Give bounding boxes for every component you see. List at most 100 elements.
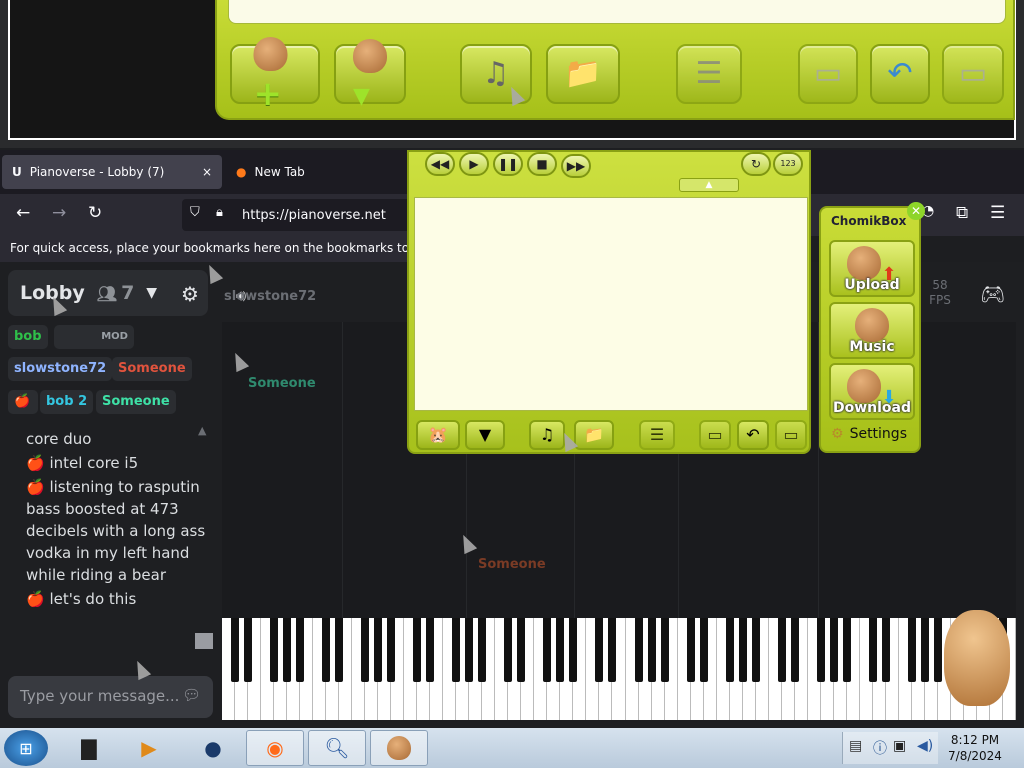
taskbar-app-terminal[interactable]: ▇: [60, 730, 118, 766]
black-key[interactable]: [426, 618, 435, 682]
clear-list-button[interactable]: ☰: [676, 44, 742, 104]
black-key[interactable]: [790, 618, 799, 682]
close-panel-icon[interactable]: ✕: [907, 202, 925, 220]
tray-info-icon[interactable]: ⓘ: [873, 738, 887, 758]
black-key[interactable]: [608, 618, 617, 682]
back-arrow-icon[interactable]: ←: [16, 203, 30, 223]
black-key[interactable]: [686, 618, 695, 682]
tab-close-icon[interactable]: ×: [202, 165, 212, 179]
black-key[interactable]: [543, 618, 552, 682]
download-button[interactable]: ⬇ Download: [829, 363, 915, 420]
settings-gear-icon[interactable]: ⚙: [172, 278, 208, 310]
taskbar-app-search[interactable]: 🔍︎: [308, 730, 366, 766]
filter-down-button[interactable]: ▼: [465, 420, 505, 450]
black-key[interactable]: [738, 618, 747, 682]
clock[interactable]: 8:12 PM 7/8/2024: [940, 732, 1010, 764]
user-badge[interactable]: slowstone72: [8, 357, 113, 381]
black-key[interactable]: [361, 618, 370, 682]
taskbar-app-firefox[interactable]: ◉: [246, 730, 304, 766]
black-key[interactable]: [569, 618, 578, 682]
user-badge[interactable]: Someone: [112, 357, 192, 381]
black-key[interactable]: [920, 618, 929, 682]
black-key[interactable]: [270, 618, 279, 682]
import-button[interactable]: ↶: [737, 420, 769, 450]
black-key[interactable]: [374, 618, 383, 682]
chat-input[interactable]: Type your message... 💬︎: [8, 676, 213, 718]
add-folder-button[interactable]: 📁: [574, 420, 614, 450]
black-key[interactable]: [517, 618, 526, 682]
black-key[interactable]: [283, 618, 292, 682]
black-key[interactable]: [387, 618, 396, 682]
tray-monitor-icon[interactable]: ▣: [893, 738, 906, 754]
black-key[interactable]: [634, 618, 643, 682]
black-key[interactable]: [907, 618, 916, 682]
user-badge[interactable]: bob: [8, 325, 48, 349]
pause-icon[interactable]: ❚❚: [493, 152, 523, 176]
black-key[interactable]: [413, 618, 422, 682]
forward-arrow-icon[interactable]: →: [52, 203, 66, 223]
emoji-icon[interactable]: 💬︎: [182, 686, 201, 704]
play-icon[interactable]: ▶: [459, 152, 489, 176]
clear-list-button[interactable]: ☰: [639, 420, 675, 450]
black-key[interactable]: [751, 618, 760, 682]
black-key[interactable]: [335, 618, 344, 682]
user-badge[interactable]: Someone: [96, 390, 176, 414]
piano-keyboard[interactable]: [222, 618, 1016, 720]
black-key[interactable]: [452, 618, 461, 682]
taskbar-app-chomikbox[interactable]: [370, 730, 428, 766]
black-key[interactable]: [933, 618, 942, 682]
black-key[interactable]: [660, 618, 669, 682]
collapse-arrow-icon[interactable]: ▲: [679, 178, 739, 192]
black-key[interactable]: [816, 618, 825, 682]
tray-doc-icon[interactable]: ▤: [849, 738, 862, 754]
tray-volume-icon[interactable]: ◀): [917, 738, 933, 754]
black-key[interactable]: [296, 618, 305, 682]
scrollbar-thumb[interactable]: [195, 633, 213, 649]
add-file-button[interactable]: 🐹: [416, 420, 460, 450]
black-key[interactable]: [829, 618, 838, 682]
music-button[interactable]: Music: [829, 302, 915, 359]
black-key[interactable]: [777, 618, 786, 682]
user-badge[interactable]: bob 2: [40, 390, 94, 414]
tab-new-tab[interactable]: ● New Tab: [226, 155, 406, 189]
black-key[interactable]: [231, 618, 240, 682]
document-button[interactable]: ▭: [798, 44, 858, 104]
mod-badge[interactable]: MOD: [54, 325, 134, 349]
stop-icon[interactable]: ■: [527, 152, 557, 176]
black-key[interactable]: [868, 618, 877, 682]
document-button[interactable]: ▭: [699, 420, 731, 450]
add-file-button[interactable]: +: [230, 37, 320, 111]
scroll-up-icon[interactable]: ▲: [198, 424, 206, 437]
black-key[interactable]: [699, 618, 708, 682]
counter-icon[interactable]: 123: [773, 152, 803, 176]
export-button[interactable]: ▭: [942, 44, 1004, 104]
url-bar[interactable]: ⛉ 🔒︎ https://pianoverse.net: [182, 199, 412, 231]
black-key[interactable]: [881, 618, 890, 682]
export-button[interactable]: ▭: [775, 420, 807, 450]
black-key[interactable]: [842, 618, 851, 682]
black-key[interactable]: [647, 618, 656, 682]
rewind-icon[interactable]: ◀◀: [425, 152, 455, 176]
black-key[interactable]: [504, 618, 513, 682]
menu-icon[interactable]: ☰: [990, 203, 1005, 223]
black-key[interactable]: [465, 618, 474, 682]
add-folder-button[interactable]: 📁: [546, 44, 620, 104]
extensions-icon[interactable]: ⧉: [956, 203, 968, 223]
black-key[interactable]: [595, 618, 604, 682]
start-button[interactable]: ⊞: [4, 730, 48, 766]
black-key[interactable]: [244, 618, 253, 682]
import-button[interactable]: ↶: [870, 44, 930, 104]
repeat-icon[interactable]: ↻: [741, 152, 771, 176]
settings-button[interactable]: ⚙ Settings: [831, 426, 907, 442]
black-key[interactable]: [322, 618, 331, 682]
filter-down-button[interactable]: ▼: [334, 39, 406, 108]
black-key[interactable]: [725, 618, 734, 682]
fast-forward-icon[interactable]: ▶▶: [561, 154, 591, 178]
black-key[interactable]: [478, 618, 487, 682]
tab-pianoverse[interactable]: ᑌ Pianoverse - Lobby (7) ×: [2, 155, 222, 189]
upload-button[interactable]: ⬆ Upload: [829, 240, 915, 297]
discord-icon[interactable]: 🎮︎: [980, 282, 1005, 306]
taskbar-app-media[interactable]: ▶: [120, 730, 178, 766]
reload-icon[interactable]: ↻: [88, 203, 102, 223]
taskbar-app-globe[interactable]: ●: [184, 730, 242, 766]
